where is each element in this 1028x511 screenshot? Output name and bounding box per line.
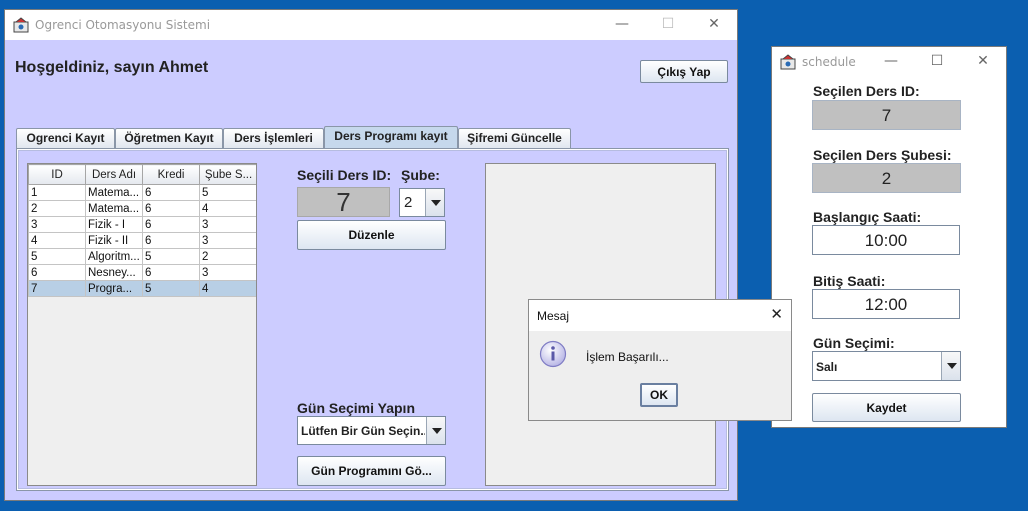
table-cell: Nesney... [85,264,143,281]
tab-student-register[interactable]: Ogrenci Kayıt [16,128,115,149]
maximize-button[interactable]: ☐ [914,47,960,77]
selected-course-field: 7 [297,187,390,217]
table-cell: 1 [28,184,86,201]
table-cell: Algoritm... [85,248,143,265]
branch-combo[interactable]: 2 [399,188,445,217]
table-cell: 6 [142,232,200,249]
main-titlebar[interactable]: Ogrenci Otomasyonu Sistemi — ☐ ✕ [5,10,737,40]
chevron-down-icon[interactable] [941,352,960,380]
table-row[interactable]: 5 Algoritm... 5 2 [28,248,256,265]
table-cell: 6 [142,264,200,281]
edit-button[interactable]: Düzenle [297,220,446,250]
main-window: Ogrenci Otomasyonu Sistemi — ☐ ✕ Hoşgeld… [4,9,738,501]
java-app-icon [13,17,29,33]
course-id-label: Seçilen Ders ID: [813,83,920,99]
dialog-body: İşlem Başarılı... OK [529,331,791,420]
table-cell: 7 [28,280,86,297]
table-cell: 5 [28,248,86,265]
message-dialog: Mesaj ✕ İşlem Başarılı... OK [528,299,792,421]
day-select-value: Lütfen Bir Gün Seçin... [301,424,425,438]
schedule-titlebar[interactable]: schedule — ☐ ✕ [772,47,1006,77]
table-cell: Fizik - II [85,232,143,249]
table-cell: 5 [142,248,200,265]
table-cell: 6 [142,200,200,217]
table-cell: Fizik - I [85,216,143,233]
schedule-content: Seçilen Ders ID: 7 Seçilen Ders Şubesi: … [772,77,1006,427]
welcome-heading: Hoşgeldiniz, sayın Ahmet [15,59,209,76]
table-cell: 5 [142,280,200,297]
minimize-button[interactable]: — [599,10,645,40]
start-time-label: Başlangıç Saati: [813,209,922,225]
end-time-label: Bitiş Saati: [813,273,886,289]
tab-update-password[interactable]: Şifremi Güncelle [458,128,571,149]
table-body: 1 Matema... 6 5 2 Matema... 6 4 3 Fizik - I 6 3 4 Fiz… [28,184,256,297]
table-cell: 5 [199,184,256,201]
table-cell: 6 [28,264,86,281]
dialog-title: Mesaj [537,309,570,323]
table-cell: 2 [199,248,256,265]
table-row[interactable]: 1 Matema... 6 5 [28,184,256,201]
table-header-row: ID Ders Adı Kredi Şube S... [28,164,256,185]
column-header[interactable]: Şube S... [199,164,256,185]
close-button[interactable]: ✕ [770,305,783,323]
table-cell: Matema... [85,184,143,201]
day-select-label: Gün Seçimi Yapın [297,400,416,416]
info-icon [539,340,567,368]
table-cell: 4 [199,280,256,297]
table-cell: 6 [142,184,200,201]
table-cell: 2 [28,200,86,217]
minimize-button[interactable]: — [868,47,914,77]
close-button[interactable]: ✕ [960,47,1006,77]
table-cell: 4 [199,200,256,217]
dialog-message: İşlem Başarılı... [586,350,669,364]
branch-combo-value: 2 [404,194,413,211]
tab-teacher-register[interactable]: Öğretmen Kayıt [115,128,223,149]
table-cell: Matema... [85,200,143,217]
selected-course-label: Seçili Ders ID: [297,167,392,183]
main-window-title: Ogrenci Otomasyonu Sistemi [35,18,211,32]
column-header[interactable]: Kredi [142,164,200,185]
end-time-input[interactable]: 12:00 [812,289,960,319]
java-app-icon [780,54,796,70]
tab-course-operations[interactable]: Ders İşlemleri [223,128,324,149]
day-select-combo[interactable]: Lütfen Bir Gün Seçin... [297,416,446,445]
chevron-down-icon[interactable] [425,189,444,216]
schedule-window-title: schedule [802,55,856,69]
course-table[interactable]: ID Ders Adı Kredi Şube S... 1 Matema... 6 5 2 Ma… [28,164,256,297]
table-cell: 3 [199,232,256,249]
branch-label: Seçilen Ders Şubesi: [813,147,952,163]
maximize-button[interactable]: ☐ [645,10,691,40]
day-select-combo[interactable]: Salı [812,351,961,381]
schedule-window: schedule — ☐ ✕ Seçilen Ders ID: 7 Seçile… [771,46,1007,428]
ok-button[interactable]: OK [640,383,678,407]
course-id-field: 7 [812,100,961,130]
show-day-schedule-button[interactable]: Gün Programını Gö... [297,456,446,486]
chevron-down-icon[interactable] [426,417,445,444]
save-button[interactable]: Kaydet [812,393,961,422]
column-header[interactable]: ID [28,164,86,185]
dialog-titlebar[interactable]: Mesaj ✕ [529,300,791,331]
table-cell: 3 [199,216,256,233]
table-row[interactable]: 7 Progra... 5 4 [28,280,256,297]
start-time-input[interactable]: 10:00 [812,225,960,255]
day-select-label: Gün Seçimi: [813,335,895,351]
branch-field: 2 [812,163,961,193]
branch-label: Şube: [401,167,440,183]
table-cell: Progra... [85,280,143,297]
table-row[interactable]: 4 Fizik - II 6 3 [28,232,256,249]
day-select-value: Salı [816,360,838,374]
table-cell: 3 [28,216,86,233]
table-cell: 6 [142,216,200,233]
close-button[interactable]: ✕ [691,10,737,40]
column-header[interactable]: Ders Adı [85,164,143,185]
table-row[interactable]: 6 Nesney... 6 3 [28,264,256,281]
table-cell: 4 [28,232,86,249]
table-cell: 3 [199,264,256,281]
tab-course-schedule[interactable]: Ders Programı kayıt [324,126,458,149]
course-table-scrollpane[interactable]: ID Ders Adı Kredi Şube S... 1 Matema... 6 5 2 Ma… [27,163,257,486]
table-row[interactable]: 3 Fizik - I63 [28,216,256,233]
logout-button[interactable]: Çıkış Yap [640,60,728,83]
table-row[interactable]: 2 Matema... 6 4 [28,200,256,217]
